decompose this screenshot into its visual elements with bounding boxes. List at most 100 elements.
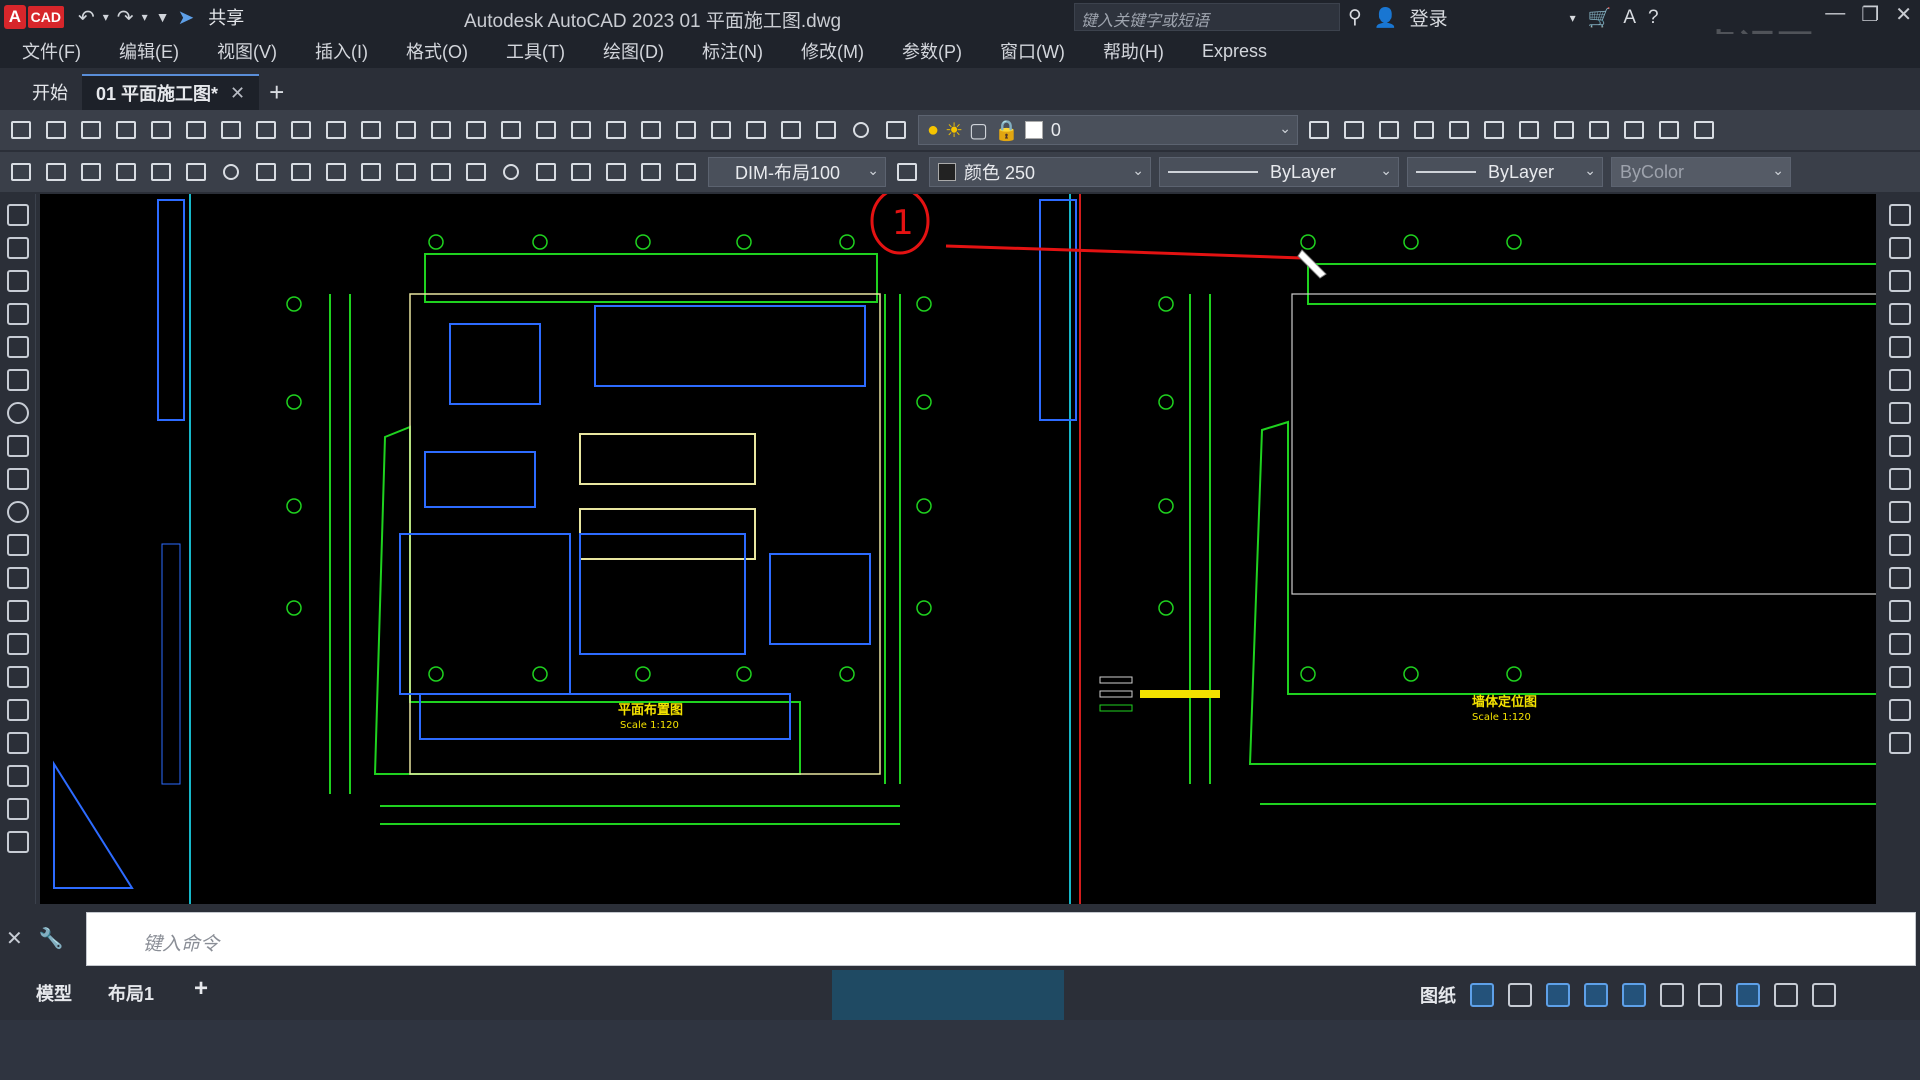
print-preview-icon[interactable] [148,117,174,143]
copy-icon[interactable] [288,117,314,143]
multiline-text-icon[interactable] [6,798,29,820]
dropdown-icon[interactable]: ▾ [1570,11,1576,25]
share-button[interactable]: 共享 [208,4,244,30]
circle-icon[interactable] [6,402,29,424]
radius-dim-icon[interactable] [148,159,174,185]
ellipse-icon[interactable] [6,501,29,523]
dim-space-icon[interactable] [393,159,419,185]
close-icon[interactable]: ✕ [6,926,23,951]
restore-icon[interactable]: ❐ [1861,2,1879,27]
drawing-canvas[interactable]: 平面布置图 Scale 1:120 墙体定位图 Scale 1:120 1 [40,194,1876,904]
mirror-icon[interactable] [1889,270,1911,292]
baseline-dim-icon[interactable] [323,159,349,185]
layer-walk-icon[interactable] [1551,117,1577,143]
polyline-icon[interactable] [6,270,29,292]
continue-dim-icon[interactable] [358,159,384,185]
calculator-icon[interactable] [813,117,839,143]
menu-help[interactable]: 帮助(H) [1103,38,1164,64]
cut-icon[interactable] [253,117,279,143]
help-icon[interactable]: ? [1648,7,1659,29]
pan-icon[interactable] [498,117,524,143]
close-tab-icon[interactable]: ✕ [230,83,245,104]
block-editor-icon[interactable] [393,117,419,143]
paste-icon[interactable] [323,117,349,143]
layer-properties-icon[interactable] [883,117,909,143]
quick-dim-icon[interactable] [288,159,314,185]
redo-icon[interactable] [463,117,489,143]
redo-icon[interactable]: ↷ [117,5,134,30]
login-button[interactable]: 登录 [1410,4,1448,31]
construction-line-icon[interactable] [6,237,29,259]
linetype-dropdown[interactable]: ByLayer ⌄ [1159,157,1399,187]
autodesk-icon[interactable]: A [1623,7,1636,29]
zoom-previous-icon[interactable] [603,117,629,143]
menu-file[interactable]: 文件(F) [22,38,81,64]
markup-icon[interactable] [778,117,804,143]
layer-delete-icon[interactable] [1621,117,1647,143]
add-layout-button[interactable]: + [194,975,208,1003]
aligned-dim-icon[interactable] [43,159,69,185]
undo-icon[interactable]: ↶ [78,5,95,30]
wrench-icon[interactable]: 🔧 [39,926,64,951]
linear-dim-icon[interactable] [8,159,34,185]
zoom-realtime-icon[interactable] [533,117,559,143]
layer-freeze-icon[interactable] [1411,117,1437,143]
tab-start[interactable]: 开始 [18,74,82,110]
menu-draw[interactable]: 绘图(D) [603,38,664,64]
tab-model[interactable]: 模型 [36,980,72,1006]
paper-space-toggle[interactable]: 图纸 [1420,982,1456,1008]
ordinate-dim-icon[interactable] [113,159,139,185]
layer-state-icon[interactable] [1516,117,1542,143]
layer-iso-icon[interactable] [1341,117,1367,143]
search-icon[interactable]: ⚲ [1348,6,1362,29]
menu-modify[interactable]: 修改(M) [801,38,864,64]
menu-parametric[interactable]: 参数(P) [902,38,962,64]
region-icon[interactable] [6,732,29,754]
user-icon[interactable]: 👤 [1374,6,1398,30]
rectangle-icon[interactable] [6,336,29,358]
dimstyle-dropdown[interactable]: DIM-布局100 ⌄ [708,157,886,187]
center-mark-icon[interactable] [498,159,524,185]
menu-view[interactable]: 视图(V) [217,38,277,64]
add-selected-icon[interactable] [6,831,29,853]
help-icon[interactable] [848,117,874,143]
dimstyle-manager-icon[interactable] [894,159,920,185]
layer-translate-icon[interactable] [1691,117,1717,143]
scale-icon[interactable] [1889,435,1911,457]
new-tab-button[interactable]: + [269,74,284,110]
layer-dropdown[interactable]: ● ☀ ▢ 🔒 0 ⌄ [918,115,1298,145]
zoom-window-icon[interactable] [568,117,594,143]
minimize-icon[interactable]: — [1825,2,1845,27]
diameter-dim-icon[interactable] [218,159,244,185]
dim-break-icon[interactable] [428,159,454,185]
blend-curves-icon[interactable] [1889,699,1911,721]
lineweight-dropdown[interactable]: ByLayer ⌄ [1407,157,1603,187]
erase-icon[interactable] [1889,204,1911,226]
print-icon[interactable] [113,117,139,143]
extend-icon[interactable] [1889,534,1911,556]
autocad-logo[interactable]: A CAD [4,2,64,32]
menu-icon[interactable] [1812,983,1836,1007]
gear-icon[interactable] [1698,983,1722,1007]
color-dropdown[interactable]: 颜色 250 ⌄ [929,157,1151,187]
inspection-icon[interactable] [533,159,559,185]
search-input[interactable]: 键入关键字或短语 [1074,3,1340,31]
hatch-icon[interactable] [6,666,29,688]
properties-icon[interactable] [638,117,664,143]
menu-window[interactable]: 窗口(W) [1000,38,1065,64]
menu-dimension[interactable]: 标注(N) [702,38,763,64]
angular-dim-icon[interactable] [253,159,279,185]
plotstyle-dropdown[interactable]: ByColor ⌄ [1611,157,1791,187]
layer-previous-icon[interactable] [1306,117,1332,143]
dropdown-icon[interactable]: ▾ [103,10,109,24]
layer-merge-icon[interactable] [1586,117,1612,143]
object-snap-icon[interactable] [1622,983,1646,1007]
line-tool-icon[interactable] [6,204,29,226]
layer-match-icon[interactable] [1481,117,1507,143]
move-icon[interactable] [1889,369,1911,391]
dropdown-icon[interactable]: ▾ [142,10,148,24]
dim-update-icon[interactable] [673,159,699,185]
sheet-set-icon[interactable] [743,117,769,143]
trim-icon[interactable] [1889,501,1911,523]
jogged-dim-icon[interactable] [183,159,209,185]
